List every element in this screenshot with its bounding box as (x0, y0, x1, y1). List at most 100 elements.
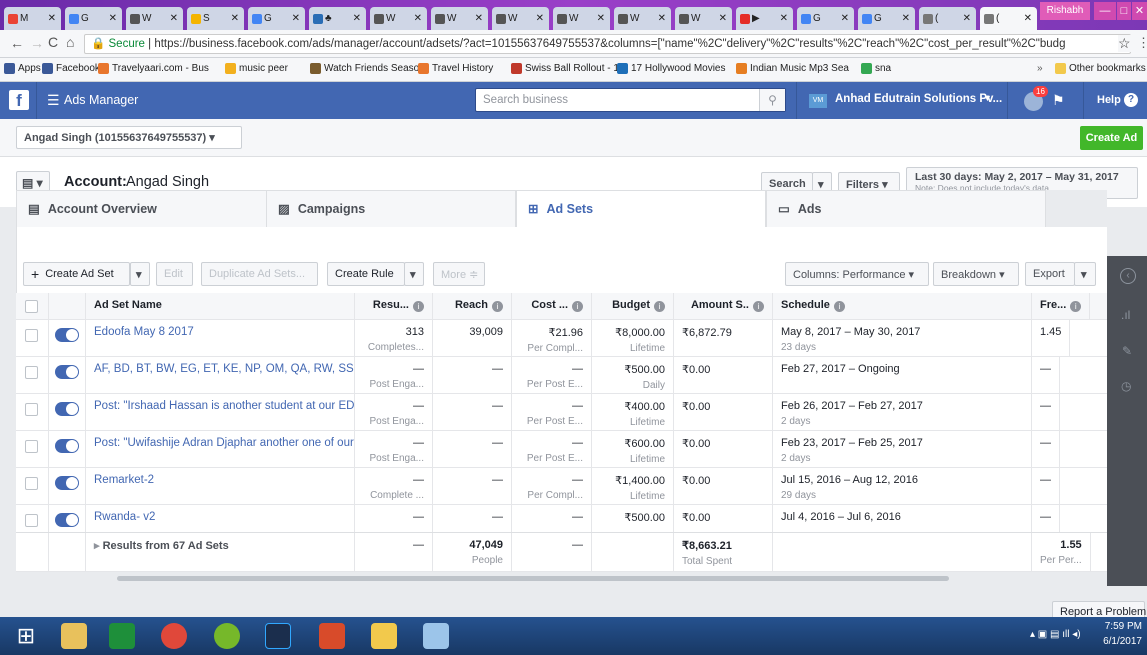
facebook-logo[interactable]: f (9, 90, 29, 110)
utorrent-icon[interactable] (205, 620, 249, 652)
column-header[interactable]: Ad Set Name (86, 293, 355, 319)
ad-set-name-link[interactable]: AF, BD, BT, BW, EG, ET, KE, NP, OM, QA, … (94, 363, 354, 375)
bookmark-item[interactable]: Travelyaari.com - Bus (98, 63, 209, 74)
bookmark-item[interactable]: music peer (225, 63, 288, 74)
account-selector[interactable]: Angad Singh (10155637649755537) ▾ (16, 126, 242, 149)
windows-start-icon[interactable]: ⊞ (4, 620, 48, 652)
hamburger-icon[interactable]: ☰ (47, 92, 60, 109)
delivery-toggle[interactable] (55, 476, 79, 490)
duplicate-button[interactable]: Duplicate Ad Sets... (201, 262, 318, 286)
ad-set-name-link[interactable]: Post: "Uwifashije Adran Djaphar another … (94, 437, 354, 449)
browser-tab[interactable]: ♣ ✕ (309, 7, 366, 30)
horizontal-scrollbar[interactable] (117, 576, 949, 581)
row-checkbox[interactable] (25, 366, 38, 379)
close-tab-icon[interactable]: ✕ (292, 13, 300, 24)
ad-set-name-link[interactable]: Rwanda- v2 (94, 511, 346, 523)
maximize-button[interactable]: □ (1117, 2, 1131, 20)
close-tab-icon[interactable]: ✕ (841, 13, 849, 24)
chevron-down-icon[interactable]: ▼ (983, 93, 992, 103)
column-header[interactable]: Resu... i (355, 293, 433, 319)
delivery-toggle[interactable] (55, 328, 79, 342)
help-icon[interactable]: ? (1124, 93, 1138, 107)
table-row[interactable]: Post: "Uwifashije Adran Djaphar another … (16, 431, 1107, 468)
photoshop-icon[interactable] (256, 620, 300, 652)
browser-tab[interactable]: W ✕ (370, 7, 427, 30)
breakdown-button[interactable]: Breakdown ▾ (933, 262, 1019, 286)
browser-tab[interactable]: W ✕ (492, 7, 549, 30)
table-row[interactable]: Edoofa May 8 2017 313 Completes... 39,009 ₹2… (16, 320, 1107, 357)
info-icon[interactable]: i (1070, 301, 1082, 312)
browser-tab[interactable]: G ✕ (797, 7, 854, 30)
create-ad-button[interactable]: Create Ad (1080, 126, 1143, 150)
delivery-toggle[interactable] (55, 402, 79, 416)
browser-tab[interactable]: G ✕ (858, 7, 915, 30)
business-account-name[interactable]: Anhad Edutrain Solutions Pv... (835, 93, 1002, 105)
help-link[interactable]: Help (1097, 94, 1121, 106)
home-icon[interactable]: ⌂ (66, 34, 74, 50)
close-tab-icon[interactable]: ✕ (109, 13, 117, 24)
browser-tab[interactable]: G ✕ (65, 7, 122, 30)
close-tab-icon[interactable]: ✕ (902, 13, 910, 24)
close-tab-icon[interactable]: ✕ (1024, 13, 1032, 24)
browser-tab[interactable]: G ✕ (248, 7, 305, 30)
info-icon[interactable]: i (833, 301, 845, 312)
column-header[interactable]: Fre... i (1032, 293, 1091, 319)
url-input[interactable]: 🔒 Secure | https://business.facebook.com… (84, 34, 1131, 54)
bookmark-item[interactable]: 17 Hollywood Movies (617, 63, 726, 74)
create-ad-set-button[interactable]: + Create Ad Set (23, 262, 130, 286)
close-tab-icon[interactable]: ✕ (536, 13, 544, 24)
search-icon[interactable]: ⚲ (759, 89, 785, 111)
browser-tab[interactable]: S ✕ (187, 7, 244, 30)
ad-set-name-link[interactable]: Remarket-2 (94, 474, 346, 486)
browser-tab[interactable]: (✕ (919, 7, 976, 30)
create-dropdown-chevron[interactable]: ▾ (130, 262, 150, 286)
delivery-toggle[interactable] (55, 513, 79, 527)
column-header[interactable]: Reach i (433, 293, 512, 319)
chrome-icon[interactable] (152, 620, 196, 652)
row-checkbox[interactable] (25, 403, 38, 416)
bookmark-item[interactable]: Swiss Ball Rollout - 1: (511, 63, 622, 74)
close-tab-icon[interactable]: ✕ (719, 13, 727, 24)
history-icon[interactable]: ◷ (1121, 379, 1131, 393)
table-row[interactable]: Remarket-2 — Complete ... — — Per Compl... ₹1,… (16, 468, 1107, 505)
export-chevron[interactable]: ▾ (1074, 262, 1096, 286)
info-icon[interactable]: i (572, 301, 583, 312)
close-tab-icon[interactable]: ✕ (170, 13, 178, 24)
delivery-toggle[interactable] (55, 439, 79, 453)
other-bookmarks[interactable]: Other bookmarks (1055, 63, 1146, 74)
column-header[interactable]: Budget i (592, 293, 674, 319)
flag-icon[interactable]: ⚑ (1052, 92, 1065, 109)
bookmark-item[interactable]: Facebook (42, 63, 100, 74)
close-tab-icon[interactable]: ✕ (353, 13, 361, 24)
close-tab-icon[interactable]: ✕ (48, 13, 56, 24)
info-icon[interactable]: i (492, 301, 503, 312)
browser-tab[interactable]: M ✕ (4, 7, 61, 30)
pencil-icon[interactable]: ✎ (1122, 344, 1132, 358)
ad-set-name-link[interactable]: Edoofa May 8 2017 (94, 326, 346, 338)
browser-tab[interactable]: ▶ ✕ (736, 7, 793, 30)
app-icon[interactable] (310, 620, 354, 652)
search-business-input[interactable]: Search business ⚲ (475, 88, 786, 112)
close-tab-icon[interactable]: ✕ (963, 13, 971, 24)
column-header[interactable]: Cost ... i (512, 293, 592, 319)
close-tab-icon[interactable]: ✕ (597, 13, 605, 24)
file-explorer-icon[interactable] (52, 620, 96, 652)
profile-button[interactable]: Rishabh (1040, 2, 1090, 20)
collapse-panel-icon[interactable]: ‹ (1120, 268, 1136, 284)
bookmark-item[interactable]: Apps (4, 63, 41, 74)
browser-tab[interactable]: W ✕ (614, 7, 671, 30)
bookmark-item[interactable]: Watch Friends Season (310, 63, 425, 74)
browser-tab[interactable]: W ✕ (675, 7, 732, 30)
store-icon[interactable] (100, 620, 144, 652)
bookmarks-overflow-icon[interactable]: » (1037, 63, 1043, 74)
select-all-checkbox[interactable] (25, 300, 38, 313)
row-checkbox[interactable] (25, 514, 38, 527)
column-header[interactable]: Amount S.. i (674, 293, 773, 319)
info-icon[interactable]: i (413, 301, 424, 312)
browser-tab[interactable]: W ✕ (431, 7, 488, 30)
create-rule-chevron[interactable]: ▾ (404, 262, 424, 286)
row-checkbox[interactable] (25, 477, 38, 490)
star-icon[interactable]: ☆ (1118, 35, 1132, 52)
export-button[interactable]: Export (1025, 262, 1075, 286)
system-tray-icons[interactable]: ▴ ▣ ▤ ıll ◂) (1030, 629, 1081, 640)
